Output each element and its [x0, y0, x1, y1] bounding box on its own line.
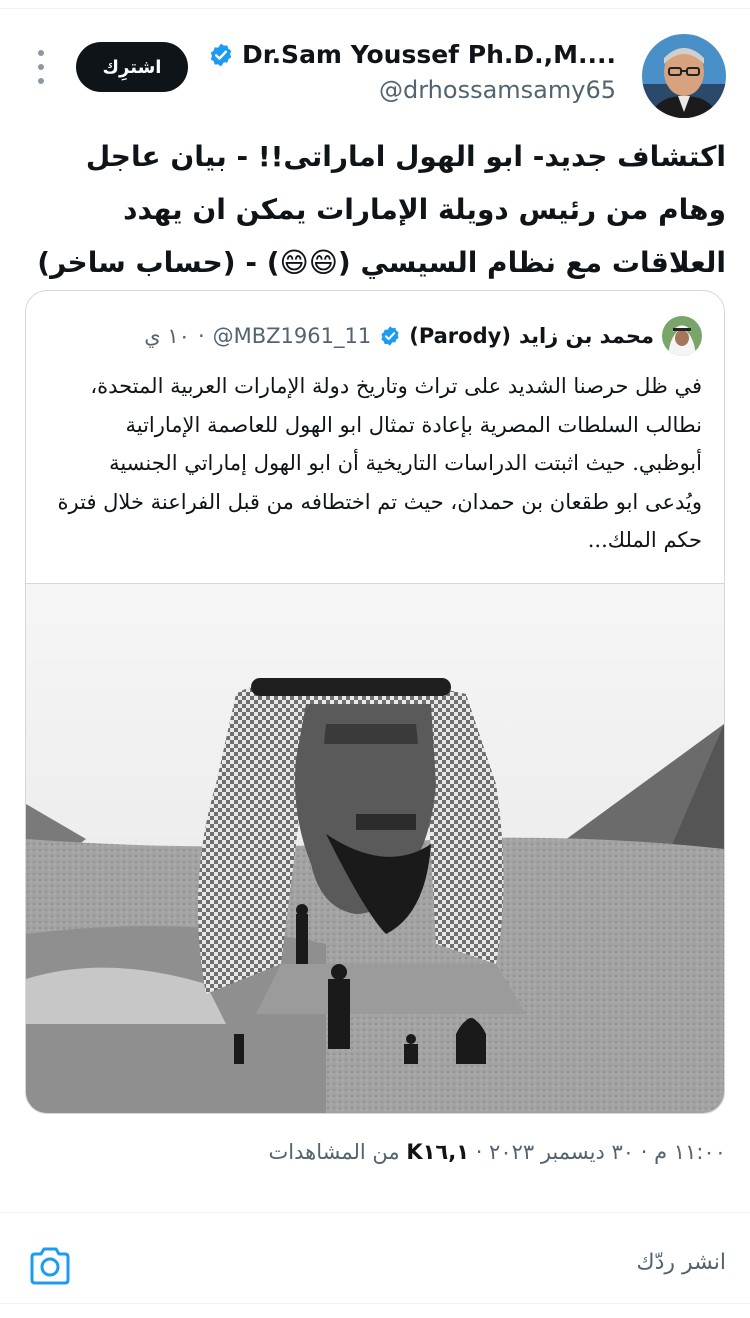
- more-vertical-icon[interactable]: [34, 50, 48, 84]
- author-handle[interactable]: @drhossamsamy65: [379, 76, 616, 104]
- views-count[interactable]: K١٦,١: [406, 1140, 469, 1164]
- quoted-tweet[interactable]: محمد بن زايد (Parody) @MBZ1961_11 · ١٠ ي…: [25, 290, 725, 1114]
- author-avatar[interactable]: [642, 34, 726, 118]
- divider: [0, 1303, 750, 1304]
- reply-input[interactable]: انشر ردّك: [636, 1250, 726, 1275]
- verified-badge-icon: [208, 42, 234, 68]
- author-display-name[interactable]: Dr.Sam Youssef Ph.D.,M....: [242, 40, 616, 69]
- quoted-timestamp[interactable]: ١٠ ي: [144, 324, 190, 348]
- quoted-tweet-image[interactable]: [26, 583, 724, 1113]
- subscribe-button[interactable]: اشترِك: [76, 42, 188, 92]
- tweet-timestamp[interactable]: ١١:٠٠ م · ٣٠ ديسمبر ٢٠٢٣ ·: [469, 1140, 726, 1164]
- verified-badge-icon: [379, 325, 401, 347]
- camera-icon[interactable]: [28, 1246, 72, 1286]
- tweet-meta: ١١:٠٠ م · ٣٠ ديسمبر ٢٠٢٣ · K١٦,١ من المش…: [26, 1140, 726, 1164]
- separator-dot: ·: [197, 324, 205, 348]
- quoted-author-avatar[interactable]: [662, 316, 702, 356]
- top-divider: [0, 0, 750, 9]
- views-label: من المشاهدات: [268, 1140, 407, 1164]
- divider: [0, 1212, 750, 1213]
- quoted-tweet-header: محمد بن زايد (Parody) @MBZ1961_11 · ١٠ ي: [144, 315, 702, 357]
- quoted-author-tag: (Parody): [409, 324, 511, 348]
- quoted-tweet-text: في ظل حرصنا الشديد على تراث وتاريخ دولة …: [57, 374, 702, 552]
- tweet-text: اكتشاف جديد- ابو الهول اماراتى!! - بيان …: [37, 140, 726, 279]
- quoted-author-handle: @MBZ1961_11: [212, 324, 372, 348]
- quoted-author-name[interactable]: محمد بن زايد: [519, 324, 654, 348]
- author-name-row: Dr.Sam Youssef Ph.D.,M....: [208, 40, 616, 69]
